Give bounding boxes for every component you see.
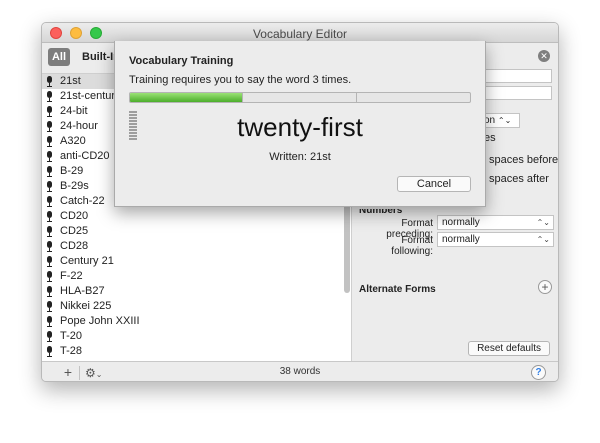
list-item-label: F-22 (60, 270, 83, 282)
microphone-icon (46, 91, 53, 102)
microphone-icon (46, 331, 53, 342)
list-item-label: Pope John XXIII (60, 315, 140, 327)
microphone-icon (46, 301, 53, 312)
format-preceding-select[interactable]: normally ⌃⌄ (437, 215, 554, 230)
microphone-icon (46, 196, 53, 207)
list-item-label: CD25 (60, 225, 89, 237)
microphone-icon (46, 256, 53, 267)
training-word: twenty-first (237, 112, 363, 142)
microphone-icon (46, 271, 53, 282)
microphone-icon (46, 106, 53, 117)
list-item[interactable]: F-22 (42, 269, 351, 284)
list-item[interactable]: CD28 (42, 239, 351, 254)
microphone-icon (46, 346, 53, 357)
list-item[interactable]: Nikkei 225 (42, 299, 351, 314)
training-instruction: Training requires you to say the word 3 … (129, 74, 352, 86)
list-item-label: 21st (60, 75, 81, 87)
list-item-label: T-20 (60, 330, 83, 342)
list-item[interactable]: T-20 (42, 329, 351, 344)
written-form: Written: 21st (269, 151, 331, 163)
alternate-forms-label: Alternate Forms (359, 284, 436, 295)
clear-search-icon[interactable]: ✕ (538, 50, 550, 62)
spaces-after-label: spaces after (489, 173, 549, 185)
sheet-title: Vocabulary Training (129, 55, 234, 67)
list-item-label: A320 (60, 135, 86, 147)
list-item[interactable]: CD20 (42, 209, 351, 224)
spoken-form-field[interactable] (485, 69, 552, 83)
training-progress-bar (129, 92, 471, 103)
microphone-icon (46, 136, 53, 147)
list-item-label: T-28 (60, 345, 83, 357)
list-item-label: 24-hour (60, 120, 98, 132)
list-item-label: B-29s (60, 180, 89, 192)
list-item[interactable]: CD25 (42, 224, 351, 239)
vocabulary-training-sheet: Vocabulary Training Training requires yo… (114, 41, 486, 207)
bottom-bar: + ⚙⌄ 38 words ? (42, 361, 558, 381)
format-preceding-value: normally (442, 217, 480, 228)
microphone-icon (46, 121, 53, 132)
add-alternate-form-button[interactable]: + (538, 280, 552, 294)
list-item[interactable]: T-28 (42, 344, 351, 359)
reset-defaults-button[interactable]: Reset defaults (468, 341, 550, 356)
list-item[interactable]: HLA-B27 (42, 284, 351, 299)
list-item-label: CD20 (60, 210, 89, 222)
microphone-icon (46, 151, 53, 162)
window-title: Vocabulary Editor (252, 27, 348, 41)
list-item-label: Century 21 (60, 255, 114, 267)
list-item[interactable]: Pope John XXIII (42, 314, 351, 329)
cancel-button[interactable]: Cancel (397, 176, 471, 192)
microphone-icon (46, 286, 53, 297)
microphone-icon (46, 181, 53, 192)
chevron-updown-icon: ⌃⌄ (536, 235, 550, 244)
format-following-value: normally (442, 234, 480, 245)
list-item[interactable]: Century 21 (42, 254, 351, 269)
titlebar: Vocabulary Editor (42, 23, 558, 43)
list-item-label: CD28 (60, 240, 89, 252)
microphone-icon (46, 166, 53, 177)
word-count: 38 words (279, 366, 321, 377)
format-following-label: Format following: (391, 235, 433, 257)
capitalization-select[interactable]: on ⌃⌄ (480, 113, 520, 128)
progress-segment-divider (130, 93, 357, 102)
list-item-label: B-29 (60, 165, 84, 177)
list-item-label: HLA-B27 (60, 285, 105, 297)
filter-all-button[interactable]: All (48, 48, 70, 66)
list-item-label: Catch-22 (60, 195, 105, 207)
list-item-label: 21st-century (60, 90, 121, 102)
microphone-icon (46, 316, 53, 327)
microphone-icon (46, 211, 53, 222)
list-item-label: anti-CD20 (60, 150, 110, 162)
list-item-label: 24-bit (60, 105, 88, 117)
microphone-icon (46, 76, 53, 87)
chevron-updown-icon: ⌃⌄ (536, 218, 550, 227)
spaces-before-label: spaces before (489, 154, 559, 166)
written-form-field[interactable] (485, 86, 552, 100)
plus-icon: + (541, 280, 549, 294)
help-button[interactable]: ? (531, 365, 546, 380)
format-following-select[interactable]: normally ⌃⌄ (437, 232, 554, 247)
select-arrows-icon: ⌃⌄ (497, 116, 512, 125)
microphone-icon (46, 241, 53, 252)
microphone-icon (46, 226, 53, 237)
list-item-label: Nikkei 225 (60, 300, 112, 312)
